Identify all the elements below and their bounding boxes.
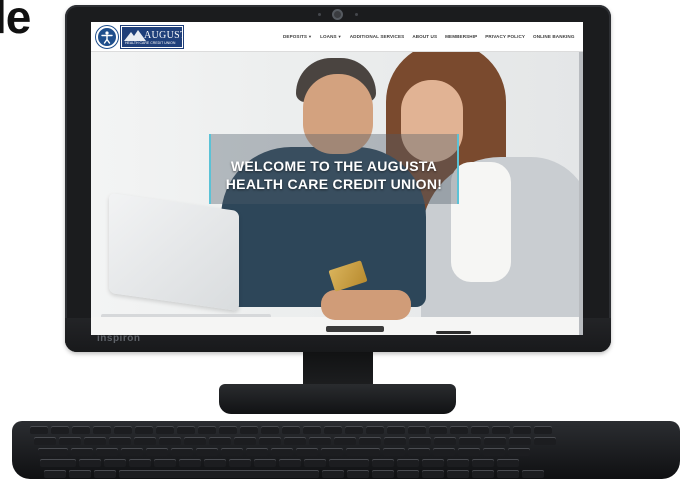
logo-text: AUGUSTA [144,30,182,41]
nav-additional-services[interactable]: ADDITIONAL SERVICES [350,34,405,39]
camera-indicator-dot [318,13,321,16]
site-logo[interactable]: AUGUSTA HEALTH CARE CREDIT UNION [121,26,183,48]
camera-indicator-dot [355,13,358,16]
nav-online-banking[interactable]: ONLINE BANKING [533,34,574,39]
hero-photo-phone [326,326,384,332]
page-scrollbar[interactable] [579,52,583,335]
accessibility-icon[interactable] [96,26,118,48]
hero-photo-laptop [109,192,239,312]
main-navigation: DEPOSITS▼ LOANS▼ ADDITIONAL SERVICES ABO… [283,34,575,39]
mountain-logo-icon [124,30,146,41]
nav-loans[interactable]: LOANS▼ [320,34,342,39]
site-navbar: AUGUSTA HEALTH CARE CREDIT UNION DEPOSIT… [91,22,583,52]
hero-photo-hands [321,290,411,320]
nav-privacy-policy[interactable]: PRIVACY POLICY [485,34,525,39]
cropped-heading: le [0,0,31,43]
hero-title: WELCOME TO THE AUGUSTA HEALTH CARE CREDI… [225,158,443,192]
logo-subtext: HEALTH CARE CREDIT UNION [125,41,176,45]
chevron-down-icon: ▼ [337,34,342,39]
keyboard-keys [30,426,655,478]
nav-about-us[interactable]: ABOUT US [412,34,437,39]
monitor-screen: AUGUSTA HEALTH CARE CREDIT UNION DEPOSIT… [91,22,583,335]
hero-photo-pen [436,331,471,334]
chevron-down-icon: ▼ [308,34,313,39]
nav-membership[interactable]: MEMBERSHIP [445,34,477,39]
nav-deposits[interactable]: DEPOSITS▼ [283,34,312,39]
monitor-stand-base [219,384,456,414]
webcam-icon [332,9,343,20]
hero-photo-woman-shirt [451,162,511,282]
